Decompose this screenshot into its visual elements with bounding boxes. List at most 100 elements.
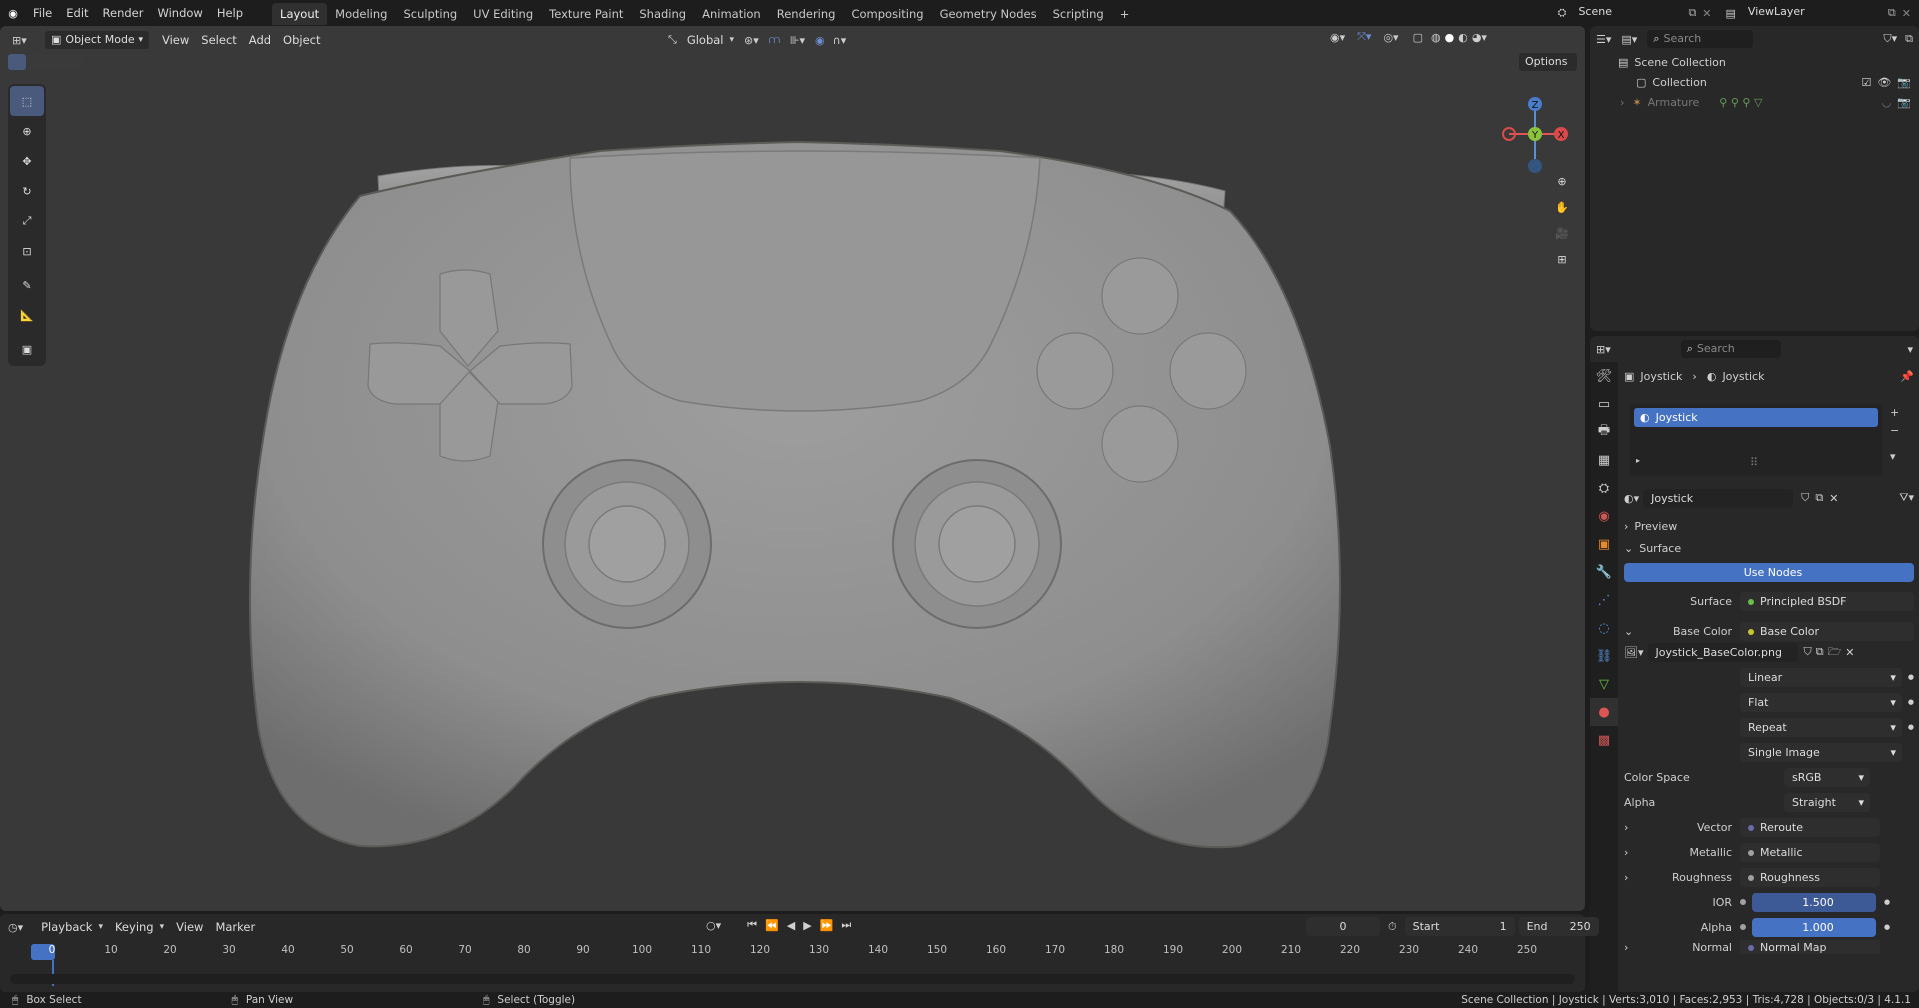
fake-user-icon[interactable]: ⛉	[1804, 645, 1812, 659]
metallic-field[interactable]: Metallic	[1740, 842, 1880, 862]
resize-handle-icon[interactable]: ⠿	[1750, 456, 1758, 469]
add-slot-icon[interactable]: +	[1890, 404, 1899, 422]
delete-view-layer-icon[interactable]: ✕	[1902, 7, 1911, 20]
tab-scripting[interactable]: Scripting	[1045, 3, 1112, 25]
tab-texture-paint[interactable]: Texture Paint	[541, 3, 631, 25]
material-tab-icon[interactable]: ●	[1590, 698, 1618, 726]
checkbox-icon[interactable]: ☑	[1861, 76, 1871, 89]
menu-render[interactable]: Render	[96, 0, 151, 26]
keyframe-dot-icon[interactable]: ●	[1908, 723, 1914, 731]
remove-slot-icon[interactable]: −	[1890, 422, 1899, 440]
tab-geometry-nodes[interactable]: Geometry Nodes	[932, 3, 1045, 25]
tab-animation[interactable]: Animation	[694, 3, 769, 25]
pin-icon[interactable]: 📌	[1900, 370, 1914, 383]
view-layer-icon[interactable]: ▤	[1726, 7, 1736, 20]
timeline-scrollbar[interactable]	[10, 974, 1575, 984]
add-workspace-button[interactable]: +	[1112, 3, 1138, 25]
surface-shader-field[interactable]: Principled BSDF	[1740, 591, 1914, 611]
material-name-field[interactable]: Joystick	[1643, 488, 1794, 508]
render-tab-icon[interactable]: ▭	[1590, 390, 1618, 418]
constraints-tab-icon[interactable]: ⛓	[1590, 642, 1618, 670]
expand-icon[interactable]: ▸	[1636, 456, 1640, 465]
ortho-grid-icon[interactable]: ⊞	[1549, 246, 1575, 272]
object-tab-icon[interactable]: ▣	[1590, 530, 1618, 558]
surface-panel-header[interactable]: ⌄ Surface	[1624, 538, 1914, 558]
fake-user-icon[interactable]: ⛉	[1801, 491, 1809, 505]
camera-icon[interactable]: 📷	[1897, 96, 1911, 109]
interpolation-dropdown[interactable]: Linear ▾	[1740, 667, 1902, 687]
outliner-editor-icon[interactable]: ☰▾	[1596, 33, 1611, 46]
open-image-icon[interactable]: 🗁	[1828, 643, 1842, 662]
tab-shading[interactable]: Shading	[631, 3, 694, 25]
tab-sculpting[interactable]: Sculpting	[395, 3, 465, 25]
tab-uv-editing[interactable]: UV Editing	[465, 3, 541, 25]
particles-tab-icon[interactable]: ⋰	[1590, 586, 1618, 614]
blender-logo-icon[interactable]: ◉	[0, 0, 26, 26]
material-slot[interactable]: ◐ Joystick	[1634, 408, 1878, 427]
filter-icon[interactable]: ⛉▾	[1883, 32, 1897, 46]
keyframe-dot-icon[interactable]: ●	[1908, 698, 1914, 706]
view-layer-tab-icon[interactable]: ▦	[1590, 446, 1618, 474]
eye-icon[interactable]: 👁	[1877, 76, 1891, 89]
color-space-dropdown[interactable]: sRGB ▾	[1784, 767, 1870, 787]
chevron-right-icon[interactable]: ›	[1624, 821, 1644, 834]
outliner-item[interactable]: ▢ Collection ☑ 👁 📷	[1590, 72, 1919, 92]
chevron-down-icon[interactable]: ⌄	[1624, 625, 1644, 638]
3d-viewport[interactable]: ⊞▾ ▣ Object Mode ▾ View Select Add Objec…	[0, 26, 1585, 911]
gizmo-neg-z-axis[interactable]	[1528, 159, 1542, 173]
scene-icon[interactable]: ⛭	[1558, 6, 1567, 20]
pan-hand-icon[interactable]: ✋	[1549, 194, 1575, 220]
frame-ruler[interactable]: 0 10 20 30 40 50 60 70 80 90 100 110 120 130 140 150 160…	[0, 914, 1585, 992]
normal-field[interactable]: Normal Map	[1740, 940, 1880, 954]
material-browse-icon[interactable]: ◐▾	[1624, 492, 1639, 505]
camera-icon[interactable]: 📷	[1897, 76, 1911, 89]
chevron-down-icon[interactable]: ▾	[1907, 343, 1913, 356]
controller-model[interactable]	[0, 26, 1585, 911]
unlink-icon[interactable]: ✕	[1845, 646, 1854, 659]
extension-dropdown[interactable]: Repeat ▾	[1740, 717, 1902, 737]
eye-closed-icon[interactable]: ◡	[1882, 96, 1892, 109]
delete-scene-icon[interactable]: ✕	[1702, 7, 1711, 20]
menu-edit[interactable]: Edit	[59, 0, 95, 26]
tab-rendering[interactable]: Rendering	[769, 3, 844, 25]
roughness-field[interactable]: Roughness	[1740, 867, 1880, 887]
outliner-item[interactable]: ▤ Scene Collection	[1590, 52, 1919, 72]
browse-node-icon[interactable]: ⛛▾	[1899, 491, 1914, 505]
use-nodes-button[interactable]: Use Nodes	[1624, 562, 1914, 582]
base-color-field[interactable]: Base Color	[1740, 621, 1914, 641]
chevron-right-icon[interactable]: ›	[1624, 871, 1644, 884]
properties-editor-icon[interactable]: ⊞▾	[1596, 343, 1611, 356]
alpha-mode-dropdown[interactable]: Straight ▾	[1784, 792, 1870, 812]
menu-file[interactable]: File	[26, 0, 59, 26]
display-mode-icon[interactable]: ▤▾	[1621, 33, 1637, 46]
ior-slider[interactable]: 1.500	[1752, 892, 1876, 912]
menu-help[interactable]: Help	[210, 0, 250, 26]
chevron-right-icon[interactable]: ›	[1624, 941, 1644, 954]
source-dropdown[interactable]: Single Image ▾	[1740, 742, 1902, 762]
chevron-down-icon[interactable]: ▾	[1890, 448, 1899, 466]
physics-tab-icon[interactable]: ◌	[1590, 614, 1618, 642]
output-tab-icon[interactable]: 🖶	[1590, 418, 1618, 446]
image-name-field[interactable]: Joystick_BaseColor.png	[1647, 642, 1798, 662]
preview-panel-header[interactable]: › Preview	[1624, 516, 1914, 536]
keyframe-dot-icon[interactable]: ●	[1884, 898, 1890, 906]
tab-compositing[interactable]: Compositing	[843, 3, 931, 25]
zoom-icon[interactable]: ⊕	[1549, 168, 1575, 194]
tab-layout[interactable]: Layout	[272, 3, 328, 25]
scene-field[interactable]: Scene	[1572, 3, 1683, 23]
chevron-right-icon[interactable]: ›	[1624, 846, 1644, 859]
texture-tab-icon[interactable]: ▩	[1590, 726, 1618, 754]
properties-search-field[interactable]: ⌕ Search	[1680, 340, 1781, 358]
tool-tab-icon[interactable]: 🛠	[1590, 362, 1618, 390]
vector-field[interactable]: Reroute	[1740, 817, 1880, 837]
alpha-slider[interactable]: 1.000	[1752, 917, 1876, 937]
chevron-right-icon[interactable]: ›	[1620, 96, 1624, 109]
modifier-tab-icon[interactable]: 🔧	[1590, 558, 1618, 586]
duplicate-icon[interactable]: ⧉	[1816, 645, 1824, 659]
world-tab-icon[interactable]: ◉	[1590, 502, 1618, 530]
view-layer-field[interactable]: ViewLayer	[1741, 3, 1882, 23]
new-collection-icon[interactable]: ⧉	[1905, 32, 1913, 46]
menu-window[interactable]: Window	[150, 0, 209, 26]
image-icon[interactable]: 🖼▾	[1624, 646, 1644, 659]
outliner-search-field[interactable]: ⌕ Search	[1647, 30, 1754, 48]
